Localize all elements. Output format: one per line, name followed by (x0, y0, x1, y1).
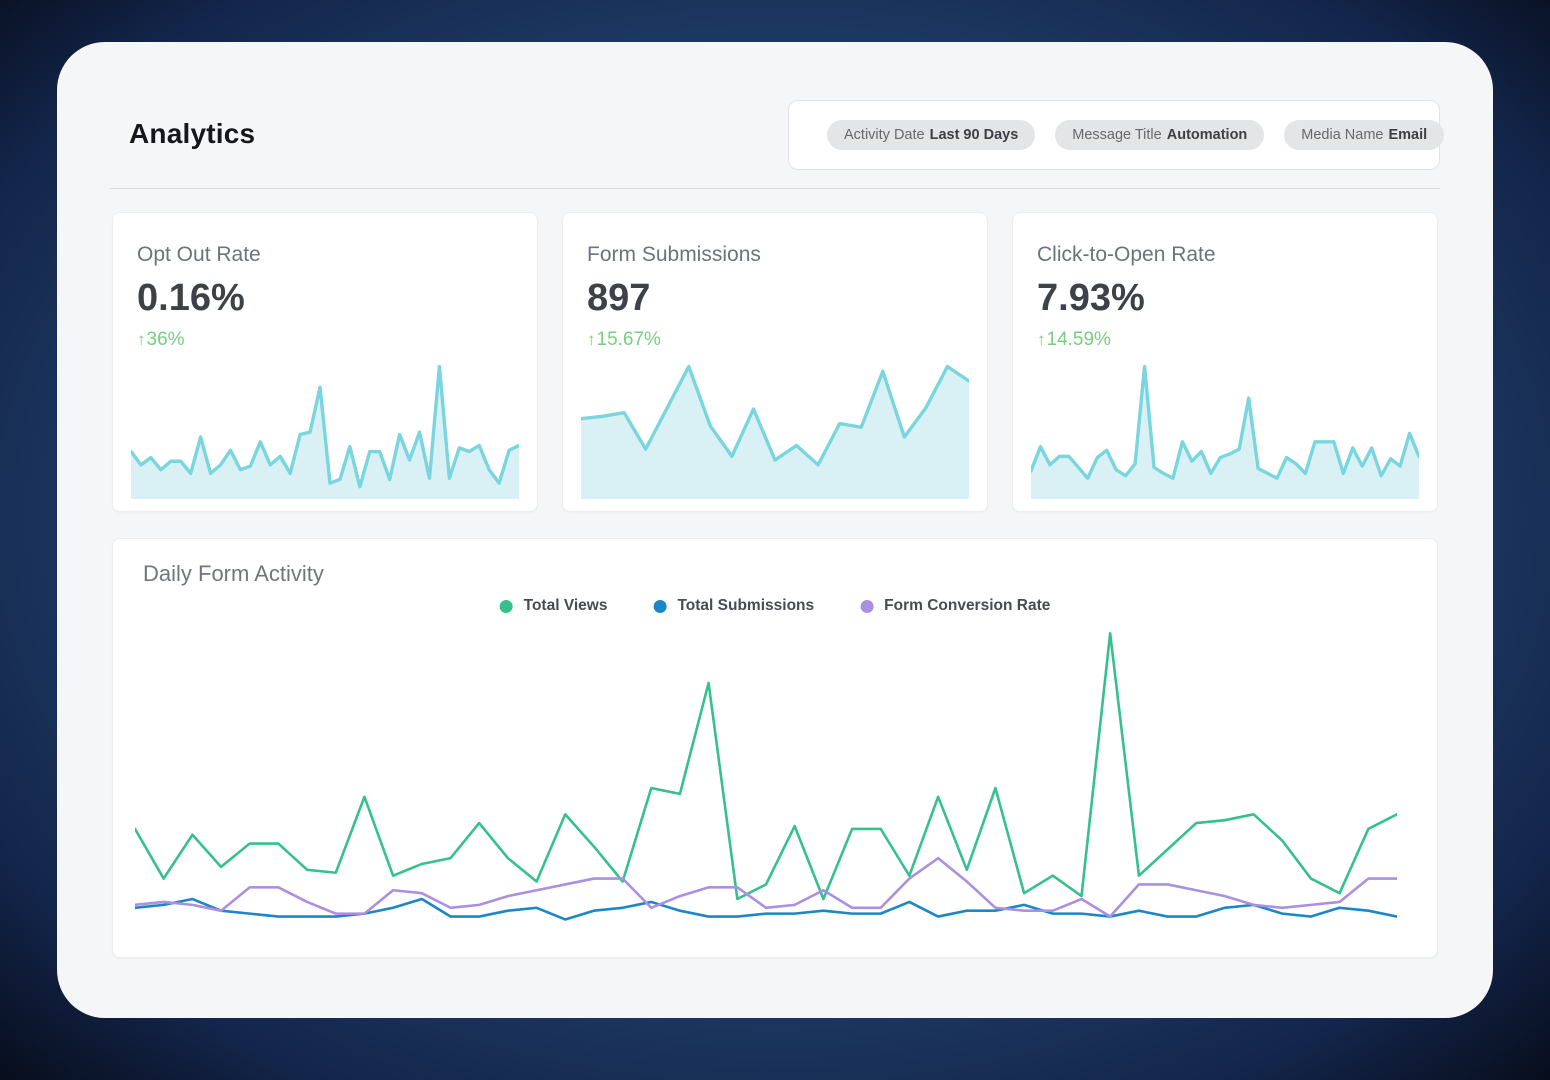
filter-bar: Activity Date Last 90 Days Message Title A… (788, 100, 1440, 170)
kpi-card-opt-out-rate: Opt Out Rate 0.16% ↑36% (112, 212, 538, 512)
daily-chart-title: Daily Form Activity (143, 561, 324, 587)
filter-value: Last 90 Days (930, 127, 1019, 143)
app-window: Analytics Activity Date Last 90 Days Mess… (57, 42, 1493, 1018)
filter-label: Message Title (1072, 127, 1161, 143)
up-arrow-icon: ↑ (1037, 330, 1046, 349)
kpi-card-form-submissions: Form Submissions 897 ↑15.67% (562, 212, 988, 512)
kpi-title: Opt Out Rate (137, 243, 513, 267)
kpi-delta-value: 15.67% (597, 329, 661, 350)
legend-item-total-submissions[interactable]: Total Submissions (653, 597, 814, 615)
legend-label: Total Views (524, 597, 608, 615)
filter-label: Activity Date (844, 127, 925, 143)
kpi-title: Click-to-Open Rate (1037, 243, 1413, 267)
legend-dot-icon (860, 600, 873, 613)
legend-item-total-views[interactable]: Total Views (500, 597, 608, 615)
sparkline-click-to-open-rate (1031, 361, 1419, 499)
sparkline-form-submissions (581, 361, 969, 499)
filter-value: Automation (1167, 127, 1248, 143)
up-arrow-icon: ↑ (137, 330, 146, 349)
chart-legend: Total Views Total Submissions Form Conve… (500, 597, 1051, 615)
daily-form-activity-card: Daily Form Activity Total Views Total Su… (112, 538, 1438, 958)
legend-dot-icon (500, 600, 513, 613)
kpi-card-click-to-open-rate: Click-to-Open Rate 7.93% ↑14.59% (1012, 212, 1438, 512)
kpi-delta: ↑14.59% (1037, 329, 1413, 351)
kpi-row: Opt Out Rate 0.16% ↑36% Form Submissions… (112, 212, 1438, 512)
kpi-delta: ↑36% (137, 329, 513, 351)
kpi-delta-value: 36% (147, 329, 185, 350)
kpi-value: 0.16% (137, 277, 513, 320)
up-arrow-icon: ↑ (587, 330, 596, 349)
kpi-value: 7.93% (1037, 277, 1413, 320)
page-title: Analytics (129, 118, 255, 150)
legend-dot-icon (653, 600, 666, 613)
sparkline-opt-out-rate (131, 361, 519, 499)
daily-form-activity-chart (135, 627, 1397, 941)
filter-pill-message-title[interactable]: Message Title Automation (1055, 120, 1264, 150)
kpi-title: Form Submissions (587, 243, 963, 267)
legend-label: Total Submissions (677, 597, 814, 615)
kpi-delta: ↑15.67% (587, 329, 963, 351)
legend-item-form-conversion-rate[interactable]: Form Conversion Rate (860, 597, 1050, 615)
kpi-delta-value: 14.59% (1047, 329, 1111, 350)
filter-label: Media Name (1301, 127, 1383, 143)
filter-pill-activity-date[interactable]: Activity Date Last 90 Days (827, 120, 1035, 150)
filter-pill-media-name[interactable]: Media Name Email (1284, 120, 1444, 150)
kpi-value: 897 (587, 277, 963, 320)
header-divider (109, 188, 1440, 189)
filter-value: Email (1388, 127, 1427, 143)
legend-label: Form Conversion Rate (884, 597, 1050, 615)
window-frame: Analytics Activity Date Last 90 Days Mess… (0, 0, 1550, 1080)
